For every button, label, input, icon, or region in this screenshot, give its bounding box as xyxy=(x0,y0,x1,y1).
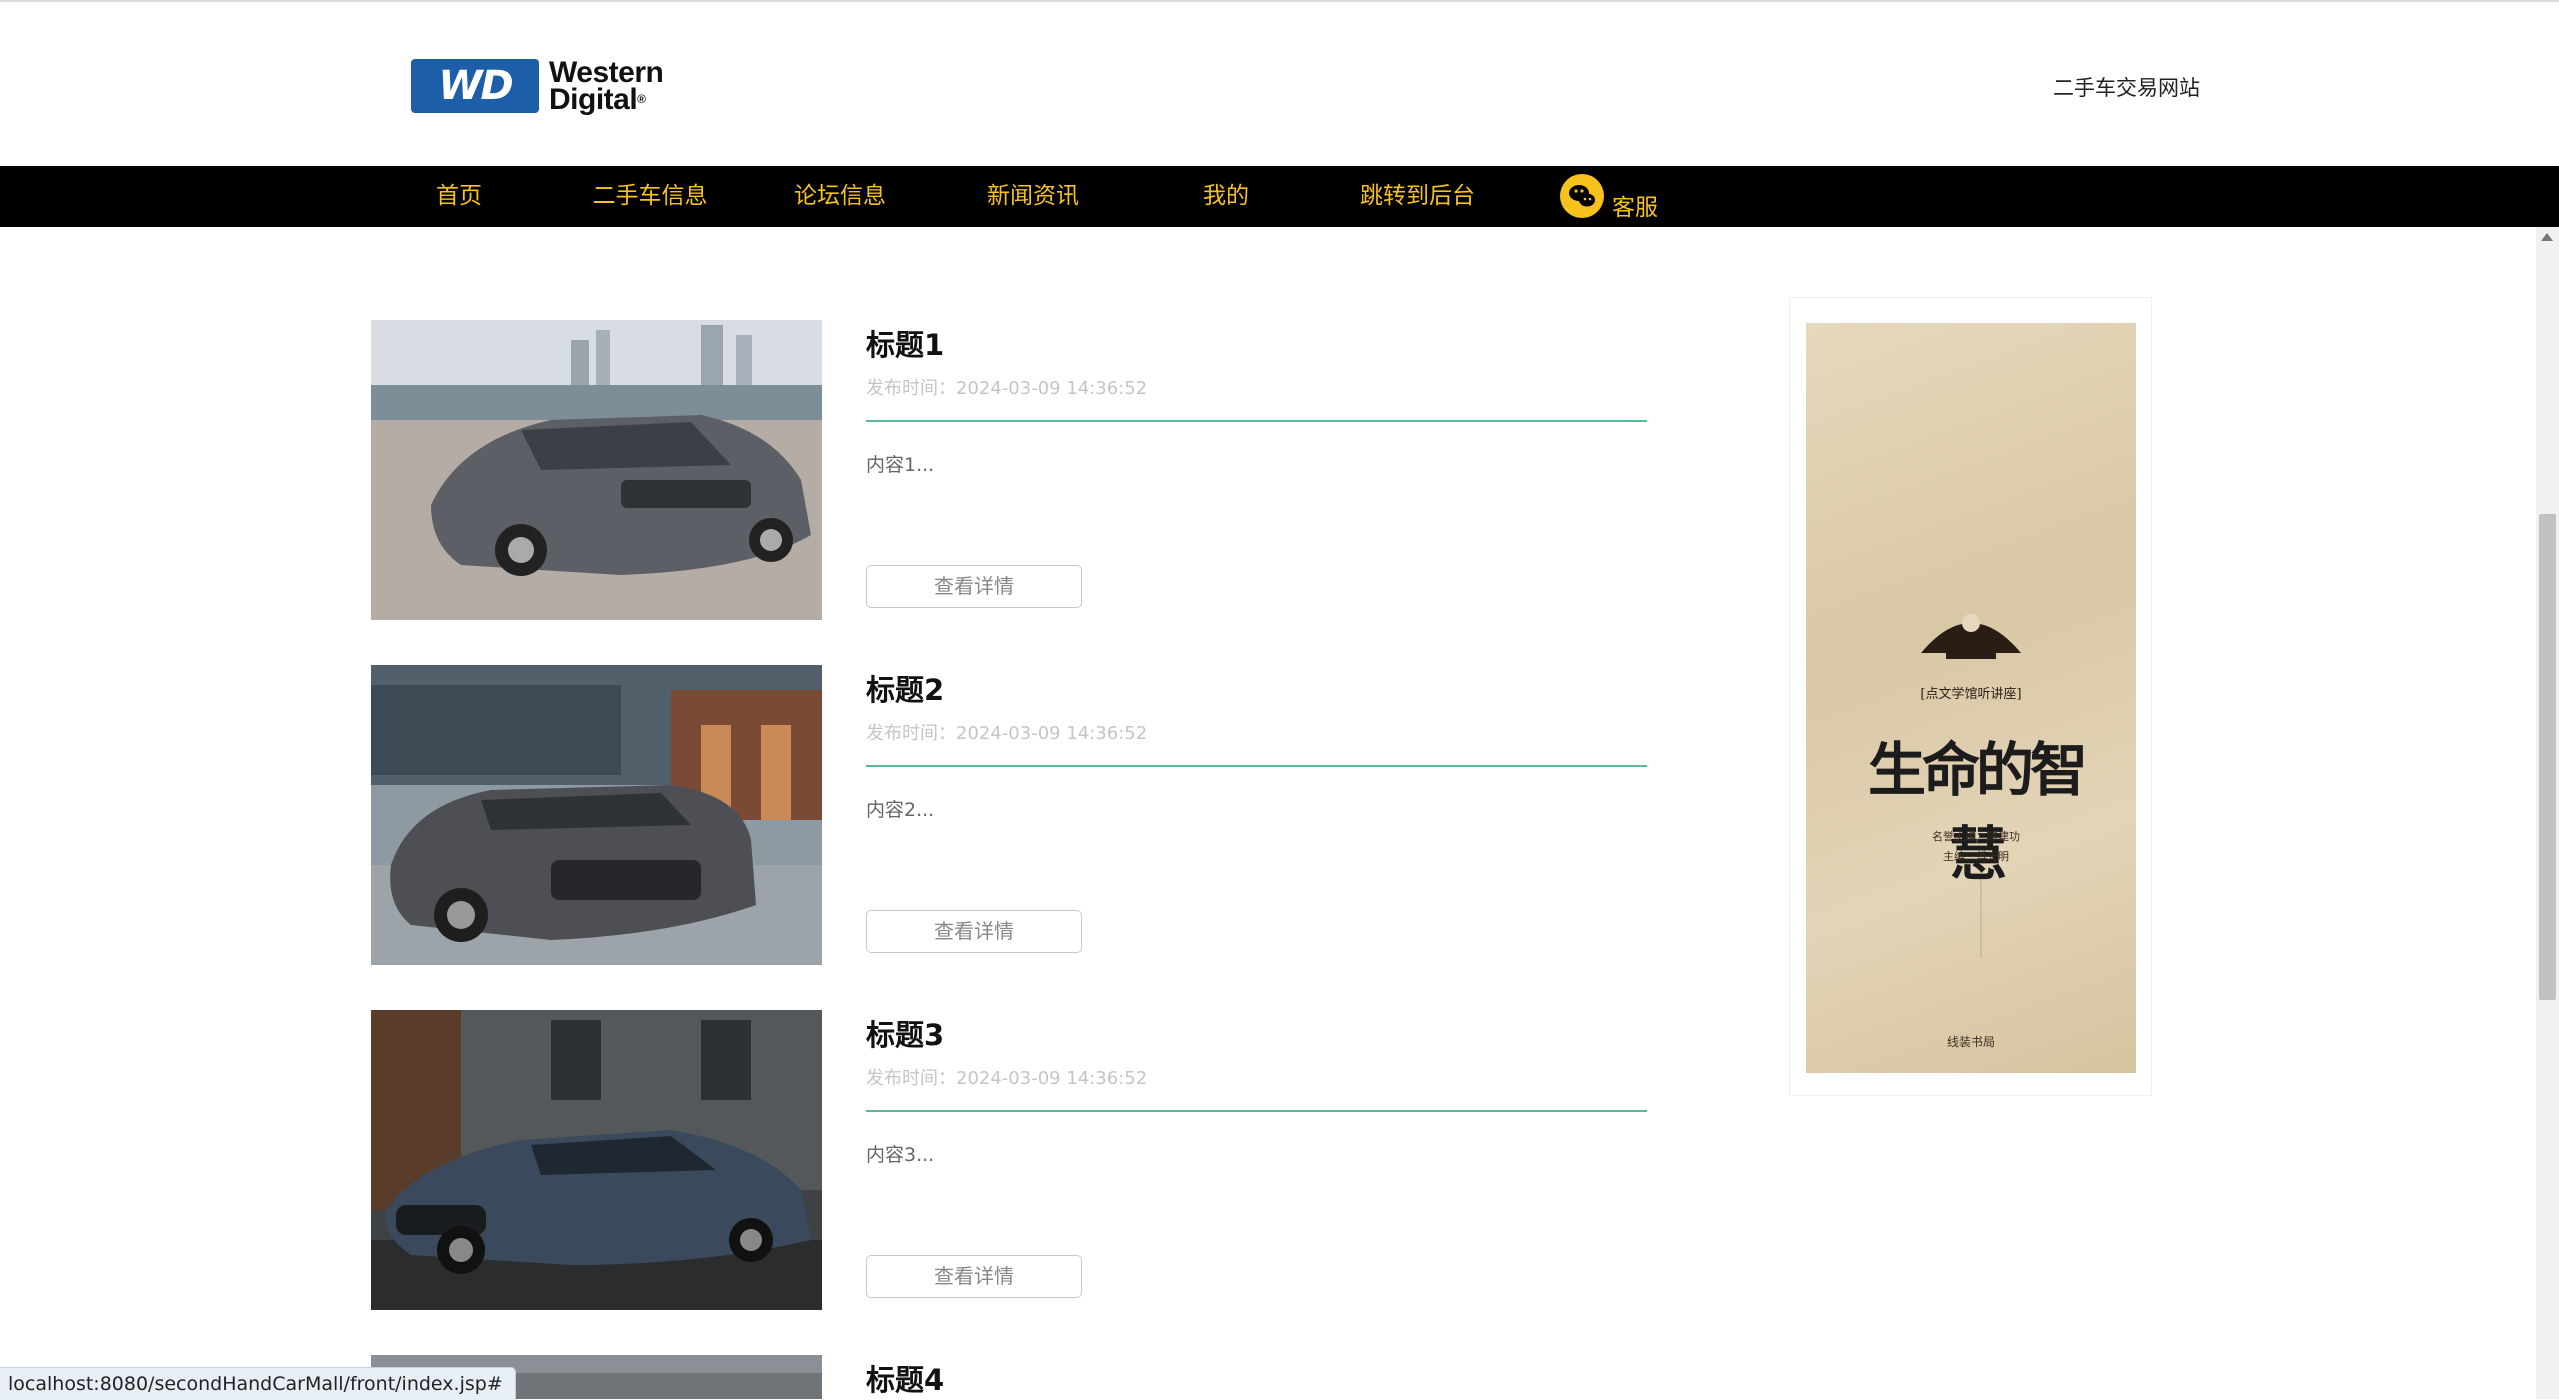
book-title: 生命的智慧 xyxy=(1867,736,2088,888)
book-editor-line-1: 名誉主编：陈建功 xyxy=(1932,830,2020,843)
nav-item-home[interactable]: 首页 xyxy=(419,166,499,227)
book-series-label: [点文学馆听讲座] xyxy=(1920,687,2022,702)
news-summary: 内容2... xyxy=(866,799,935,821)
news-divider xyxy=(866,1110,1647,1112)
wechat-icon xyxy=(1560,174,1604,218)
book-cover-image: [点文学馆听讲座] 生命的智慧 名誉主编：陈建功 主编：傅光明 线装书局 xyxy=(1806,323,2136,1073)
logo-wordmark: Western Digital® xyxy=(549,56,695,116)
logo-line-1: Western xyxy=(549,56,664,89)
news-item: 标题4 xyxy=(371,1355,1651,1399)
nav-item-mine[interactable]: 我的 xyxy=(1186,166,1266,227)
news-title[interactable]: 标题3 xyxy=(866,1012,944,1054)
news-item: 标题2 发布时间：2024-03-09 14:36:52 内容2... 查看详情 xyxy=(371,665,1651,965)
customer-service-label: 客服 xyxy=(1612,195,1658,221)
view-details-button[interactable]: 查看详情 xyxy=(866,1255,1082,1298)
news-image-car-3[interactable] xyxy=(371,1010,822,1310)
news-title[interactable]: 标题1 xyxy=(866,322,944,364)
news-image-car-2[interactable] xyxy=(371,665,822,965)
logo-registered-mark: ® xyxy=(637,92,646,106)
news-item: 标题3 发布时间：2024-03-09 14:36:52 内容3... 查看详情 xyxy=(371,1010,1651,1310)
news-item: 标题1 发布时间：2024-03-09 14:36:52 内容1... 查看详情 xyxy=(371,320,1651,620)
news-summary: 内容1... xyxy=(866,454,935,476)
browser-status-url: localhost:8080/secondHandCarMall/front/i… xyxy=(0,1367,516,1400)
main-nav: 首页 二手车信息 论坛信息 新闻资讯 我的 跳转到后台 客服 xyxy=(0,166,2559,227)
news-divider xyxy=(866,420,1647,422)
sidebar-ad[interactable]: [点文学馆听讲座] 生命的智慧 名誉主编：陈建功 主编：傅光明 线装书局 xyxy=(1789,297,2152,1096)
news-title[interactable]: 标题2 xyxy=(866,667,944,709)
site-name: 二手车交易网站 xyxy=(2053,76,2200,100)
news-publish-time: 发布时间：2024-03-09 14:36:52 xyxy=(866,378,1148,399)
book-editor-line-2: 主编：傅光明 xyxy=(1943,850,2009,863)
view-details-button[interactable]: 查看详情 xyxy=(866,565,1082,608)
news-summary: 内容3... xyxy=(866,1144,935,1166)
logo-line-2: Digital® xyxy=(549,83,646,116)
book-publisher: 线装书局 xyxy=(1946,1035,1995,1049)
nav-item-forum[interactable]: 论坛信息 xyxy=(780,166,900,227)
news-publish-time: 发布时间：2024-03-09 14:36:52 xyxy=(866,723,1148,744)
scroll-up-arrow-icon[interactable] xyxy=(2541,233,2553,241)
nav-item-used-cars[interactable]: 二手车信息 xyxy=(580,166,720,227)
news-divider xyxy=(866,765,1647,767)
news-title[interactable]: 标题4 xyxy=(866,1357,944,1399)
western-digital-logo[interactable]: WD Western Digital® xyxy=(411,57,695,117)
scrollbar-thumb[interactable] xyxy=(2539,514,2556,1000)
view-details-button[interactable]: 查看详情 xyxy=(866,910,1082,953)
news-image-car-1[interactable] xyxy=(371,320,822,620)
nav-item-admin[interactable]: 跳转到后台 xyxy=(1350,166,1485,227)
nav-item-news[interactable]: 新闻资讯 xyxy=(973,166,1093,227)
logo-badge: WD xyxy=(411,59,539,113)
news-publish-time: 发布时间：2024-03-09 14:36:52 xyxy=(866,1068,1148,1089)
site-header: WD Western Digital® 二手车交易网站 xyxy=(0,2,2559,166)
